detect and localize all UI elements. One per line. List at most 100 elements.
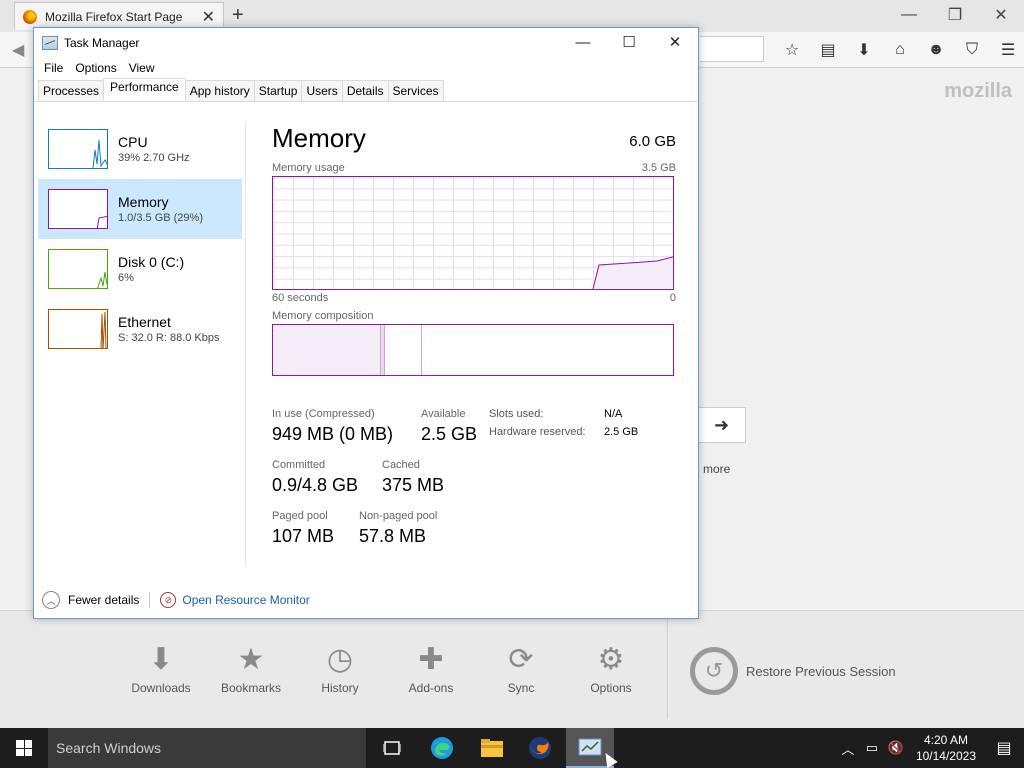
notification-icon[interactable]: ▤ [984,728,1024,768]
tab-performance[interactable]: Performance [103,78,186,101]
close-icon[interactable]: ✕ [652,28,698,56]
volume-muted-icon[interactable]: 🔇 [884,740,908,756]
firefox-tab[interactable]: Mozilla Firefox Start Page ✕ [14,2,224,30]
taskbar-search-box[interactable]: Search Windows [48,728,366,768]
network-icon[interactable]: ▭ [860,740,884,756]
launcher-label: Bookmarks [220,681,282,695]
more-link[interactable]: more [703,462,730,476]
pocket-icon[interactable]: ⛉ [954,36,990,64]
menu-file[interactable]: File [38,58,69,80]
menu-bar: File Options View [34,58,698,80]
panel-divider [245,123,246,565]
search-go-button[interactable]: ➜ [698,407,746,443]
firefox-tab-title: Mozilla Firefox Start Page [45,9,183,24]
stat-label: Non-paged pool [359,510,438,522]
maximize-icon[interactable]: ☐ [606,28,652,56]
sidebar-item-disk[interactable]: Disk 0 (C:) 6% [38,239,242,299]
stat-label: Available [421,408,466,420]
system-tray: ︿ ▭ 🔇 4:20 AM 10/14/2023 ▤ [836,728,1024,768]
composition-in-use [273,325,381,375]
menu-options[interactable]: Options [69,58,122,80]
window-title: Task Manager [64,36,140,50]
reading-list-icon[interactable]: ▤ [810,36,846,64]
task-view-icon [383,741,401,755]
task-manager-window-controls: — ☐ ✕ [560,28,698,56]
clock[interactable]: 4:20 AM 10/14/2023 [916,732,976,764]
tab-startup[interactable]: Startup [253,80,303,101]
minimize-icon[interactable]: — [560,28,606,56]
taskbar-edge[interactable] [418,728,466,768]
memory-title: Memory [272,123,366,153]
launcher-label: Options [590,681,632,695]
sidebar-item-ethernet[interactable]: Ethernet S: 32.0 R: 88.0 Kbps [38,299,242,359]
close-icon[interactable]: ✕ [978,0,1024,30]
chat-icon[interactable]: ☻ [918,36,954,64]
memory-detail: Memory 6.0 GB Memory usage 3.5 GB 60 sec… [272,123,676,578]
launcher-sync[interactable]: ⟳ Sync [481,641,561,695]
launcher-addons[interactable]: ✚ Add-ons [391,641,471,695]
back-arrow-icon[interactable]: ◀ [12,40,24,60]
menu-view[interactable]: View [123,58,161,80]
taskbar: Search Windows ︿ ▭ 🔇 4:20 AM 10/14/2023 … [0,728,1024,768]
tab-app-history[interactable]: App history [184,80,255,101]
clock-icon: ◷ [326,643,354,676]
fewer-details-button[interactable]: Fewer details [68,593,139,607]
stat-paged-pool: Paged pool 107 MB [272,510,334,547]
launcher-label: Add-ons [408,681,454,695]
memory-total: 6.0 GB [629,133,676,150]
task-manager-icon [578,738,602,756]
tab-close-icon[interactable]: ✕ [202,7,215,27]
launcher-label: Sync [507,681,535,695]
restore-icon[interactable]: ❐ [932,0,978,30]
sidebar-item-detail: 1.0/3.5 GB (29%) [118,212,203,224]
firefox-icon [529,737,551,759]
memory-usage-label: Memory usage [272,162,345,174]
memory-composition-bar [272,324,674,376]
home-icon[interactable]: ⌂ [882,36,918,64]
tab-details[interactable]: Details [341,80,389,101]
tab-services[interactable]: Services [387,80,444,101]
stat-value: 0.9/4.8 GB [272,475,359,495]
tab-users[interactable]: Users [301,80,343,101]
bookmark-star-icon[interactable]: ☆ [774,36,810,64]
task-manager-titlebar[interactable]: Task Manager — ☐ ✕ [34,28,698,58]
restore-session-button[interactable]: ↺ Restore Previous Session [690,647,896,695]
firefox-search-field[interactable] [700,36,764,62]
launcher-bookmarks[interactable]: ★ Bookmarks [211,641,291,695]
restore-icon: ↺ [690,647,738,695]
new-tab-button[interactable]: + [232,4,244,27]
stat-label: Hardware reserved: [489,426,586,438]
windows-logo-icon [16,740,32,756]
sidebar-item-name: Ethernet [118,314,171,330]
sidebar-item-detail: 6% [118,272,134,284]
launcher-downloads[interactable]: ⬇ Downloads [121,641,201,695]
stat-slots-used: Slots used: N/A [489,408,622,420]
memory-usage-label-row: Memory usage 3.5 GB [272,162,676,174]
download-icon[interactable]: ⬇ [846,36,882,64]
minimize-icon[interactable]: — [886,0,932,30]
stat-label: Slots used: [489,408,544,420]
disk-thumbnail-graph [48,249,108,289]
launcher-history[interactable]: ◷ History [300,641,380,695]
start-button[interactable] [0,728,48,768]
task-manager-window: Task Manager — ☐ ✕ File Options View Pro… [33,27,699,619]
chevron-up-icon[interactable]: ︿ [836,739,860,758]
stat-hardware-reserved: Hardware reserved: 2.5 GB [489,426,638,438]
mozilla-logo: mozilla [944,80,1012,102]
launcher-options[interactable]: ⚙ Options [571,641,651,695]
taskbar-firefox[interactable] [516,728,564,768]
stat-value: 107 MB [272,526,335,546]
taskbar-file-explorer[interactable] [468,728,516,768]
sidebar-item-memory[interactable]: Memory 1.0/3.5 GB (29%) [38,179,242,239]
task-view-button[interactable] [368,728,416,768]
open-resource-monitor-link[interactable]: Open Resource Monitor [182,593,309,607]
firefox-window-controls: — ❐ ✕ [886,0,1024,30]
sidebar-item-cpu[interactable]: CPU 39% 2.70 GHz [38,119,242,179]
firefox-launcher: ⬇ Downloads ★ Bookmarks ◷ History ✚ Add-… [0,610,1024,728]
resource-monitor-icon: ⊘ [160,592,177,608]
memory-composition-label: Memory composition [272,310,374,322]
chevron-up-icon[interactable]: ︿ [42,591,60,609]
hamburger-menu-icon[interactable]: ☰ [990,36,1024,64]
tab-processes[interactable]: Processes [38,80,105,101]
sidebar-item-name: Memory [118,194,169,210]
